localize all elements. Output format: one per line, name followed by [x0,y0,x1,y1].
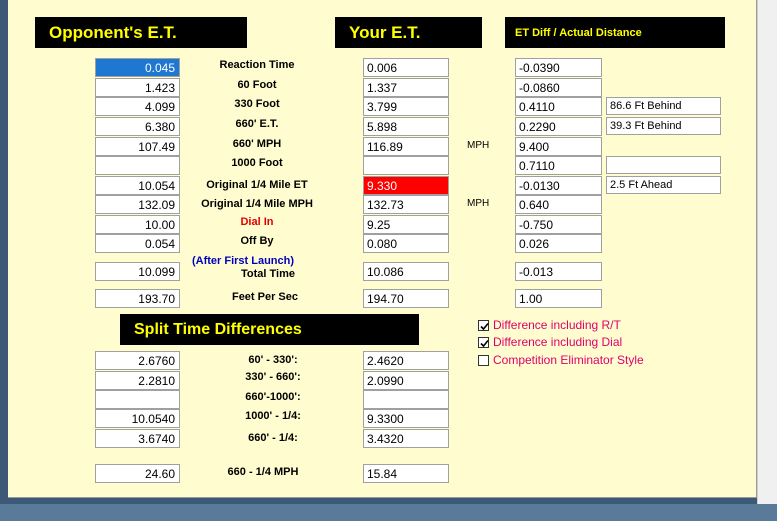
split-label: 60' - 330': [248,354,298,366]
split-label: 660' - 1/4: [248,432,298,444]
opponent-et-field[interactable]: 6.380 [95,117,180,136]
checked-box-icon[interactable] [478,319,489,331]
split-label: 660'-1000': [245,391,301,403]
row-label: 660' MPH [232,138,282,150]
et-diff-field[interactable]: 0.640 [515,195,602,214]
row-label: 660' E.T. [235,118,279,130]
et-diff-field[interactable]: -0.0390 [515,58,602,77]
actual-distance-field[interactable]: 39.3 Ft Behind [606,117,721,135]
row-label: Dial In [240,216,274,228]
fps-opponent[interactable]: 193.70 [95,289,180,308]
mph-660-quarter-opponent[interactable]: 24.60 [95,464,180,483]
your-et-field[interactable] [363,156,449,175]
opponent-et-header: Opponent's E.T. [35,17,247,48]
row-label: 330 Foot [234,98,280,110]
opponent-et-field[interactable]: 10.00 [95,215,180,234]
unchecked-box-icon[interactable] [478,354,489,366]
row-label: 1000 Foot [231,157,283,169]
your-et-field[interactable]: 0.080 [363,234,449,253]
split-opponent-field[interactable] [95,390,180,409]
your-et-field[interactable]: 9.330 [363,176,449,195]
actual-distance-field[interactable]: 86.6 Ft Behind [606,97,721,115]
et-diff-field[interactable]: -0.0130 [515,176,602,195]
actual-distance-field[interactable] [606,156,721,174]
fps-yours[interactable]: 194.70 [363,289,449,308]
split-label: 1000' - 1/4: [245,410,301,422]
et-diff-field[interactable]: 0.7110 [515,156,602,175]
split-yours-field[interactable] [363,390,449,409]
option-checkbox[interactable]: Difference including Dial [478,335,622,349]
opponent-et-field[interactable]: 107.49 [95,137,180,156]
window-bottom-edge [0,504,777,521]
your-et-field[interactable]: 3.799 [363,97,449,116]
option-label: Difference including R/T [493,318,621,332]
total-time-diff[interactable]: -0.013 [515,262,602,281]
et-diff-field[interactable]: 9.400 [515,137,602,156]
your-et-field[interactable]: 1.337 [363,78,449,97]
total-time-label: Total Time [241,268,295,280]
row-label: Reaction Time [219,59,295,71]
option-label: Competition Eliminator Style [493,353,644,367]
your-et-header: Your E.T. [335,17,482,48]
split-yours-field[interactable]: 2.4620 [363,351,449,370]
opponent-et-field[interactable]: 10.054 [95,176,180,195]
your-et-field[interactable]: 0.006 [363,58,449,77]
your-et-field[interactable]: 5.898 [363,117,449,136]
opponent-et-field[interactable]: 0.054 [95,234,180,253]
mph-660-quarter-label: 660 - 1/4 MPH [227,466,299,478]
row-label: 60 Foot [237,79,277,91]
option-checkbox[interactable]: Difference including R/T [478,318,621,332]
opponent-et-field[interactable]: 1.423 [95,78,180,97]
et-diff-field[interactable]: -0.750 [515,215,602,234]
opponent-et-field[interactable] [95,156,180,175]
app-window: Opponent's E.T. Your E.T. ET Diff / Actu… [0,0,777,521]
et-diff-field[interactable]: 0.026 [515,234,602,253]
opponent-et-field[interactable]: 132.09 [95,195,180,214]
actual-distance-field[interactable]: 2.5 Ft Ahead [606,176,721,194]
split-opponent-field[interactable]: 3.6740 [95,429,180,448]
row-label: Original 1/4 Mile ET [206,179,308,191]
split-opponent-field[interactable]: 2.6760 [95,351,180,370]
split-label: 330' - 660': [245,371,301,383]
mph-unit-label: MPH [467,198,490,209]
fps-diff[interactable]: 1.00 [515,289,602,308]
after-first-launch-note: (After First Launch) [191,255,295,267]
opponent-et-field[interactable]: 0.045 [95,58,180,77]
checked-box-icon[interactable] [478,336,489,348]
mph-660-quarter-yours[interactable]: 15.84 [363,464,449,483]
your-et-field[interactable]: 132.73 [363,195,449,214]
et-diff-field[interactable]: 0.4110 [515,97,602,116]
option-label: Difference including Dial [493,335,623,349]
your-et-field[interactable]: 116.89 [363,137,449,156]
split-time-header: Split Time Differences [120,314,419,345]
row-label: Off By [240,235,274,247]
your-et-field[interactable]: 9.25 [363,215,449,234]
mph-unit-label: MPH [467,140,490,151]
feet-per-sec-label: Feet Per Sec [231,291,299,303]
opponent-et-field[interactable]: 4.099 [95,97,180,116]
total-time-yours[interactable]: 10.086 [363,262,449,281]
split-yours-field[interactable]: 2.0990 [363,371,449,390]
split-opponent-field[interactable]: 10.0540 [95,409,180,428]
et-diff-header: ET Diff / Actual Distance [505,17,725,48]
row-label: Original 1/4 Mile MPH [201,198,313,210]
split-yours-field[interactable]: 3.4320 [363,429,449,448]
et-diff-field[interactable]: 0.2290 [515,117,602,136]
option-checkbox[interactable]: Competition Eliminator Style [478,353,644,367]
et-diff-field[interactable]: -0.0860 [515,78,602,97]
split-yours-field[interactable]: 9.3300 [363,409,449,428]
vertical-scrollbar[interactable] [757,0,777,504]
split-opponent-field[interactable]: 2.2810 [95,371,180,390]
